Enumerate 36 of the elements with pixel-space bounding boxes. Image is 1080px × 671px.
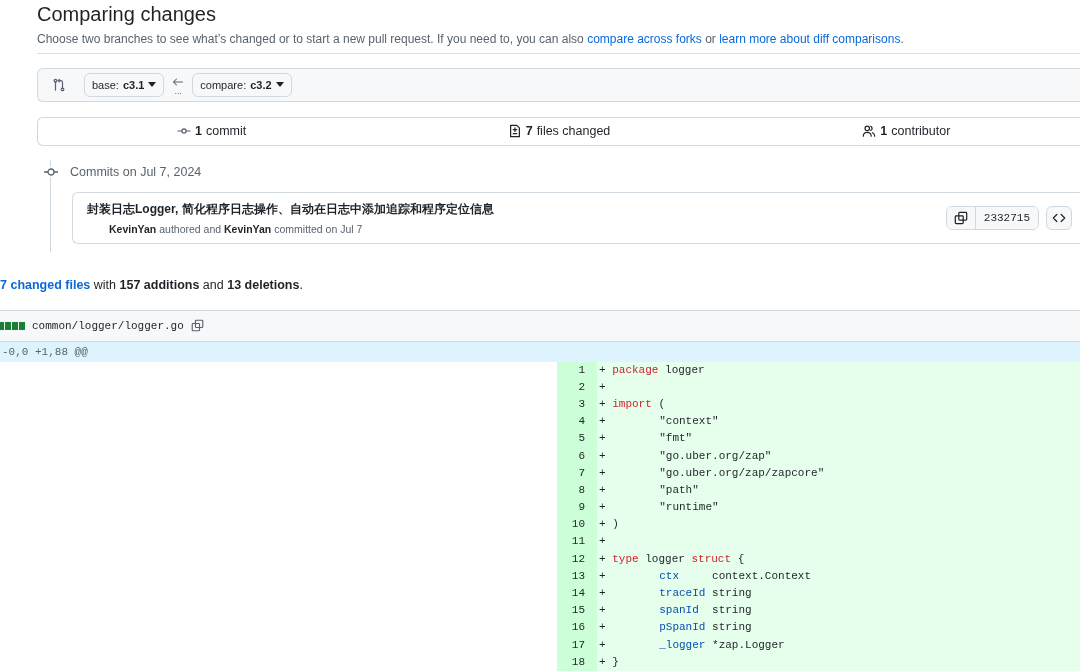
compare-branch-button[interactable]: compare: c3.2	[192, 72, 292, 97]
summary-text: 7 changed files with 157 additions and 13 deletions.	[0, 276, 304, 293]
line-number: 4	[557, 413, 597, 431]
caret-icon	[148, 82, 157, 88]
line-number: 10	[557, 516, 597, 534]
people-icon	[862, 124, 877, 139]
link[interactable]: compare across forks	[587, 32, 702, 46]
line-number: 16	[557, 619, 597, 637]
commit-meta-text: KevinYan authored and KevinYan committed on Jul 7	[109, 222, 364, 235]
copy-button[interactable]	[946, 206, 975, 229]
commit-message[interactable]: 封装日志Logger, 简化程序日志操作、自动在日志中添加追踪和程序定位信息	[87, 200, 494, 218]
stat-link[interactable]: 1 contributor	[732, 124, 1080, 139]
line-number: 11	[557, 533, 597, 551]
compare-arrows-icon	[52, 77, 66, 92]
hunk-header: -0,0 +1,88 @@	[0, 341, 1080, 362]
ellipsis-text: ...	[174, 87, 183, 94]
link[interactable]: 7 changed files	[0, 277, 91, 292]
page-title: Comparing changes	[37, 2, 217, 27]
line-number: 9	[557, 499, 597, 517]
file-diff-icon	[507, 124, 522, 139]
file-path: common/logger/logger.go	[32, 319, 184, 332]
base-branch-button[interactable]: base: c3.1	[84, 72, 165, 97]
stat-link[interactable]: 1 commit	[38, 124, 386, 139]
browse-code-button[interactable]	[1046, 205, 1072, 230]
date-heading: Commits on Jul 7, 2024	[70, 164, 202, 179]
diffstat-drawing	[0, 321, 25, 330]
line-number: 5	[557, 430, 597, 448]
sha-button[interactable]: 2332715	[974, 206, 1038, 229]
copy-icon	[190, 319, 204, 333]
caret-icon	[275, 82, 284, 88]
line-number: 15	[557, 602, 597, 620]
copy-icon	[953, 210, 968, 225]
line-number: 14	[557, 585, 597, 603]
description-text: Choose two branches to see what’s changed or to start a new pull request. If you need to, you can also compare across forks or learn more about diff comparisons.	[37, 31, 905, 47]
left-arrow-icon	[172, 75, 185, 88]
stat-link[interactable]: 7 files changed	[385, 124, 733, 139]
